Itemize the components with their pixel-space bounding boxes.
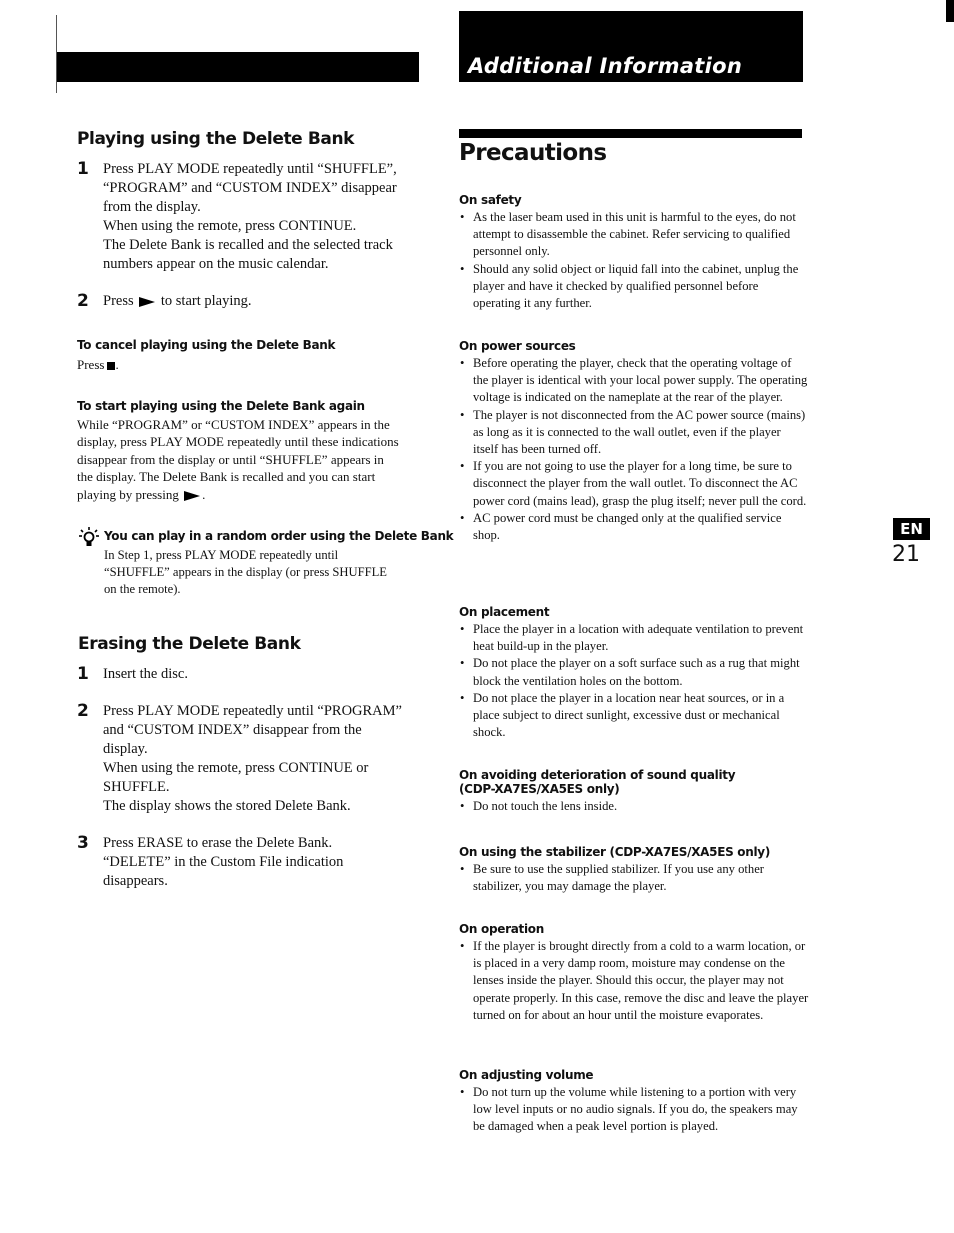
- text-line: display, press PLAY MODE repeatedly unti…: [77, 434, 399, 450]
- bullet-item: The player is not disconnected from the …: [459, 407, 809, 459]
- step-line: SHUFFLE.: [103, 779, 170, 795]
- erasing-step-2: 2 Press PLAY MODE repeatedly until “PROG…: [77, 702, 427, 816]
- text-line: In Step 1, press PLAY MODE repeatedly un…: [104, 548, 339, 562]
- step-line: The Delete Bank is recalled and the sele…: [103, 237, 393, 253]
- precaution-section-power: On power sources Before operating the pl…: [459, 339, 809, 544]
- step-number: 2: [77, 291, 89, 311]
- step-line: Press ERASE to erase the Delete Bank.: [103, 835, 333, 851]
- header-black-bar: [57, 52, 419, 82]
- step-line: numbers appear on the music calendar.: [103, 256, 329, 272]
- step-number: 1: [77, 159, 89, 179]
- edge-tab-mark: [946, 0, 954, 22]
- step-number: 3: [77, 833, 89, 853]
- text-line: While “PROGRAM” or “CUSTOM INDEX” appear…: [77, 417, 390, 432]
- step-line: The display shows the stored Delete Bank…: [103, 798, 351, 814]
- cancel-text-after: .: [115, 357, 119, 372]
- bullet-item: Should any solid object or liquid fall i…: [459, 261, 809, 313]
- step-text: Press: [103, 293, 134, 309]
- text-line: “SHUFFLE” appears in the display (or pre…: [104, 565, 387, 579]
- step-number: 2: [77, 701, 89, 721]
- precaution-section-sound-quality: On avoiding deterioration of sound quali…: [459, 768, 739, 815]
- page-title: Precautions: [459, 140, 607, 166]
- bullet-item: As the laser beam used in this unit is h…: [459, 209, 809, 261]
- bullet-item: Before operating the player, check that …: [459, 355, 809, 407]
- tip-heading: You can play in a random order using the…: [104, 529, 454, 543]
- precaution-heading: On adjusting volume: [459, 1068, 594, 1082]
- precaution-section-stabilizer: On using the stabilizer (CDP-XA7ES/XA5ES…: [459, 845, 809, 895]
- precaution-section-placement: On placement Place the player in a locat…: [459, 605, 809, 741]
- precaution-heading: On avoiding deterioration of sound quali…: [459, 768, 736, 796]
- playing-step-1: 1 Press PLAY MODE repeatedly until “SHUF…: [77, 160, 427, 274]
- lightbulb-tip-icon: [79, 527, 99, 546]
- bullet-item: Do not place the player on a soft surfac…: [459, 655, 809, 689]
- bullet-item: Do not place the player in a location ne…: [459, 690, 809, 742]
- text-line: the display. The Delete Bank is recalled…: [77, 469, 376, 485]
- step-line: Press PLAY MODE repeatedly until “PROGRA…: [103, 703, 402, 719]
- step-number: 1: [77, 664, 89, 684]
- precaution-heading: On power sources: [459, 339, 576, 353]
- bullet-item: Place the player in a location with adeq…: [459, 621, 809, 655]
- text-line: playing by pressing .: [77, 486, 427, 503]
- cancel-text-before: Press: [77, 357, 105, 372]
- play-icon: [139, 296, 156, 307]
- bullet-item: AC power cord must be changed only at th…: [459, 510, 809, 544]
- precaution-heading: On placement: [459, 605, 550, 619]
- precaution-section-volume: On adjusting volume Do not turn up the v…: [459, 1068, 809, 1136]
- step-text: to start playing.: [160, 293, 252, 309]
- playing-step-2: 2 Press to start playing.: [77, 292, 427, 311]
- text-line: on the remote).: [104, 582, 181, 596]
- precautions-rule: [459, 129, 802, 138]
- precaution-heading: On safety: [459, 193, 522, 207]
- step-line: When using the remote, press CONTINUE or: [103, 760, 369, 776]
- cancel-text: Press.: [77, 356, 119, 373]
- precaution-section-safety: On safety As the laser beam used in this…: [459, 193, 809, 312]
- section-title-playing: Playing using the Delete Bank: [77, 129, 355, 149]
- step-line: Insert the disc.: [103, 666, 188, 682]
- step-line: Press PLAY MODE repeatedly until “SHUFFL…: [103, 161, 397, 177]
- cancel-subheading: To cancel playing using the Delete Bank: [77, 338, 336, 352]
- text-before: playing by pressing: [77, 486, 179, 502]
- bullet-item: Do not touch the lens inside.: [459, 798, 739, 815]
- section-title-erasing: Erasing the Delete Bank: [78, 634, 301, 654]
- banner-title: Additional Information: [468, 54, 743, 78]
- precaution-section-operation: On operation If the player is brought di…: [459, 922, 809, 1024]
- step-line: disappears.: [103, 873, 168, 889]
- section-banner: Additional Information: [459, 11, 803, 82]
- erasing-step-1: 1 Insert the disc.: [77, 665, 427, 684]
- text-after: .: [202, 486, 206, 502]
- start-again-text: While “PROGRAM” or “CUSTOM INDEX” appear…: [77, 416, 427, 503]
- step-line: from the display.: [103, 199, 201, 215]
- step-line: “PROGRAM” and “CUSTOM INDEX” disappear: [103, 180, 397, 196]
- play-icon: [184, 490, 201, 501]
- step-line: “DELETE” in the Custom File indication: [103, 854, 344, 870]
- erasing-step-3: 3 Press ERASE to erase the Delete Bank. …: [77, 834, 427, 891]
- step-line: and “CUSTOM INDEX” disappear from the: [103, 722, 362, 738]
- tip-text: In Step 1, press PLAY MODE repeatedly un…: [104, 547, 387, 598]
- text-line: disappear from the display or until “SHU…: [77, 451, 384, 467]
- bullet-item: If the player is brought directly from a…: [459, 938, 809, 1024]
- language-badge: EN: [893, 518, 930, 540]
- bullet-item: Do not turn up the volume while listenin…: [459, 1084, 809, 1136]
- start-again-subheading: To start playing using the Delete Bank a…: [77, 399, 365, 413]
- step-line: When using the remote, press CONTINUE.: [103, 218, 357, 234]
- precaution-heading: On operation: [459, 922, 544, 936]
- page-number: 21: [892, 542, 920, 567]
- precaution-heading: On using the stabilizer (CDP-XA7ES/XA5ES…: [459, 845, 771, 859]
- step-line: display.: [103, 741, 148, 757]
- bullet-item: Be sure to use the supplied stabilizer. …: [459, 861, 809, 895]
- bullet-item: If you are not going to use the player f…: [459, 458, 809, 510]
